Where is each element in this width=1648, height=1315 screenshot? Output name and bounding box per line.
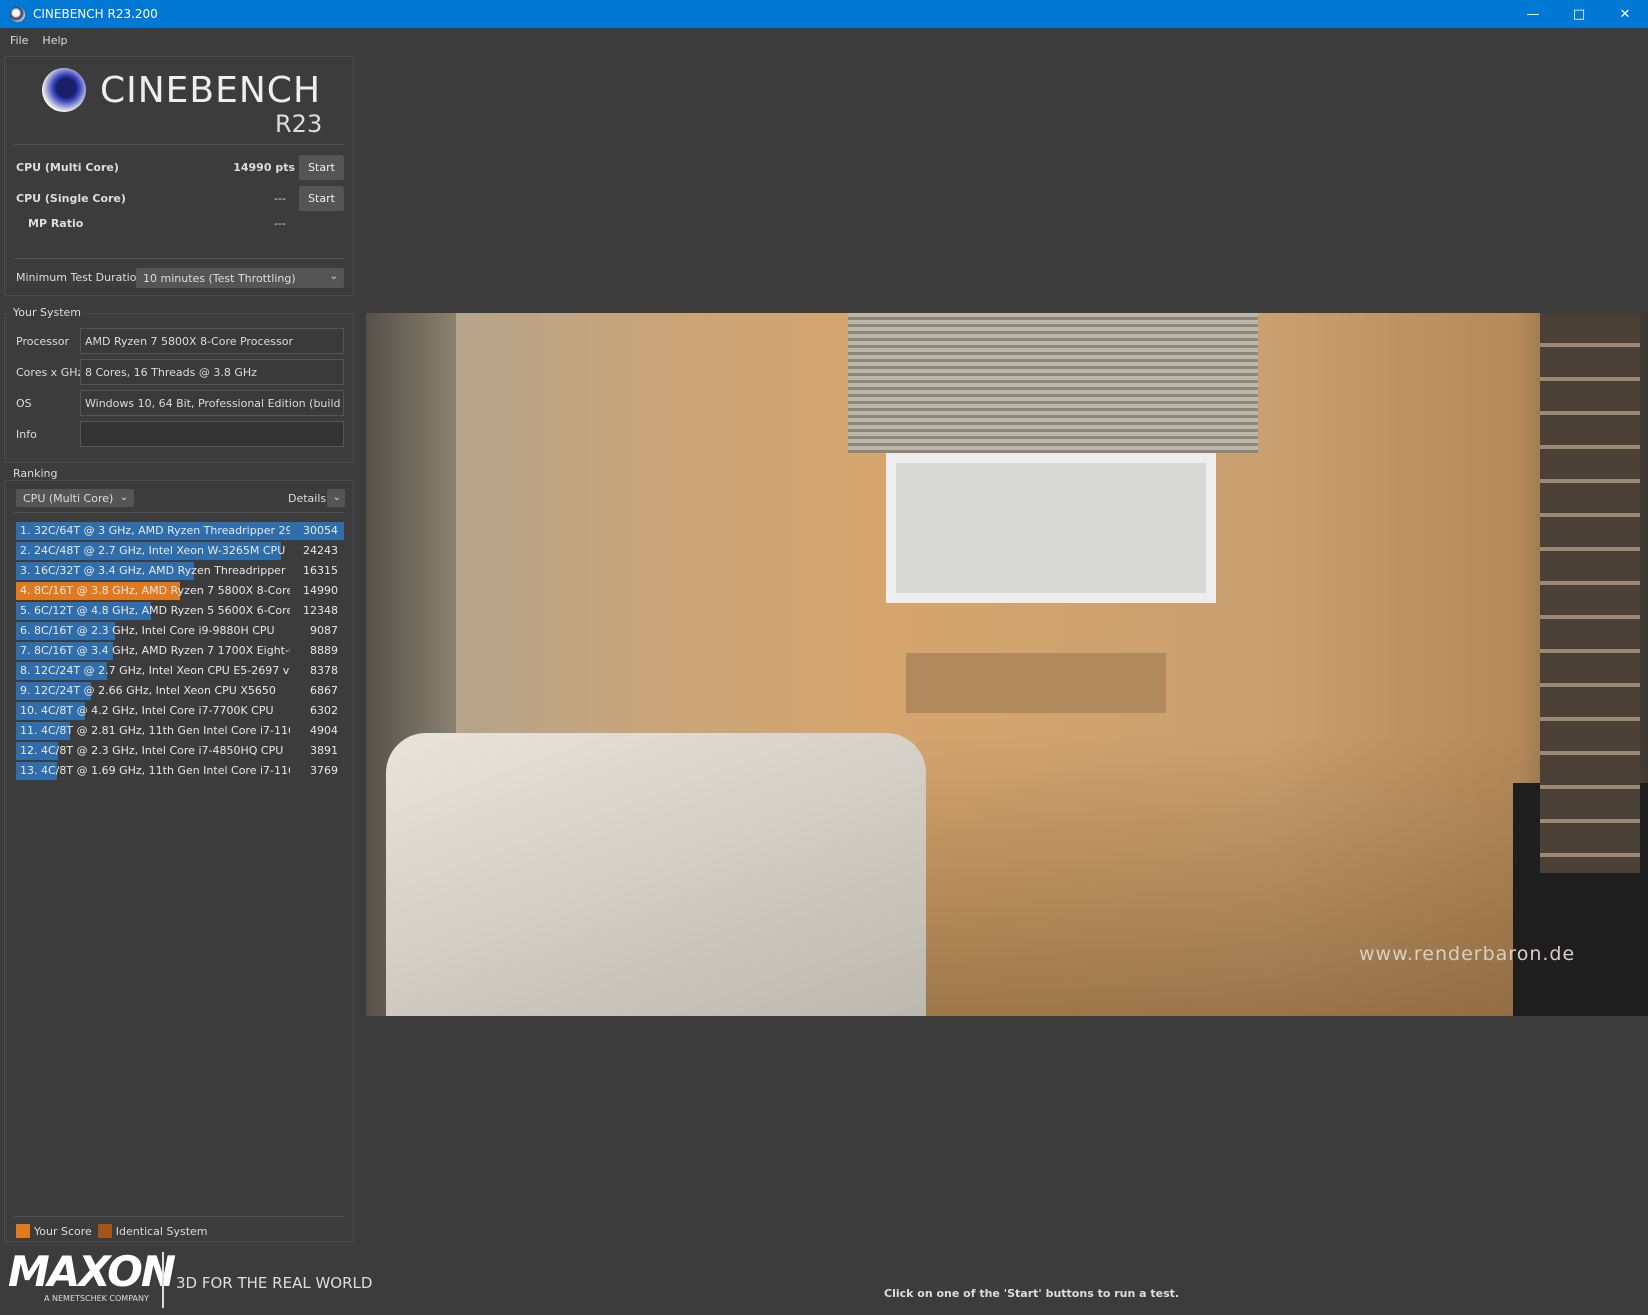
duration-label: Minimum Test Duration — [16, 271, 144, 284]
cpu-single-score: --- — [274, 192, 286, 205]
maximize-button[interactable]: □ — [1556, 0, 1602, 28]
ranking-cpu-label: 5. 6C/12T @ 4.8 GHz, AMD Ryzen 5 5600X 6… — [20, 604, 290, 617]
chevron-down-icon: ⌄ — [119, 492, 128, 503]
chevron-down-icon: ⌄ — [329, 271, 338, 282]
ranking-score: 3891 — [310, 744, 338, 757]
legend: Your Score Identical System — [16, 1224, 208, 1238]
ranking-mode-select[interactable]: CPU (Multi Core) ⌄ — [16, 489, 134, 507]
your-score-label: Your Score — [34, 1224, 92, 1238]
cinebench-app-icon — [10, 6, 25, 22]
processor-field[interactable]: AMD Ryzen 7 5800X 8-Core Processor — [80, 328, 344, 354]
info-label: Info — [16, 428, 37, 441]
ranking-row[interactable]: 7. 8C/16T @ 3.4 GHz, AMD Ryzen 7 1700X E… — [16, 642, 344, 660]
ranking-score: 6302 — [310, 704, 338, 717]
ranking-cpu-label: 10. 4C/8T @ 4.2 GHz, Intel Core i7-7700K… — [20, 704, 274, 717]
watermark: www.renderbaron.de — [1359, 943, 1576, 965]
ranking-cpu-label: 7. 8C/16T @ 3.4 GHz, AMD Ryzen 7 1700X E… — [20, 644, 290, 657]
ranking-cpu-label: 9. 12C/24T @ 2.66 GHz, Intel Xeon CPU X5… — [20, 684, 276, 697]
cpu-multi-start-button[interactable]: Start — [299, 155, 344, 180]
ranking-cpu-label: 6. 8C/16T @ 2.3 GHz, Intel Core i9-9880H… — [20, 624, 275, 637]
details-toggle[interactable]: ⌄ — [327, 489, 345, 507]
mp-ratio-label: MP Ratio — [28, 217, 84, 230]
ranking-row[interactable]: 1. 32C/64T @ 3 GHz, AMD Ryzen Threadripp… — [16, 522, 344, 540]
window-title: CINEBENCH R23.200 — [33, 7, 158, 21]
menu-help[interactable]: Help — [42, 34, 67, 47]
ranking-cpu-label: 2. 24C/48T @ 2.7 GHz, Intel Xeon W-3265M… — [20, 544, 286, 557]
cpu-multi-score: 14990 pts — [233, 161, 295, 174]
cpu-single-label: CPU (Single Core) — [16, 192, 126, 205]
table — [906, 653, 1166, 713]
duration-value: 10 minutes (Test Throttling) — [143, 271, 296, 285]
identical-system-label: Identical System — [115, 1224, 208, 1238]
ranking-cpu-label: 12. 4C/8T @ 2.3 GHz, Intel Core i7-4850H… — [20, 744, 284, 757]
ranking-row[interactable]: 9. 12C/24T @ 2.66 GHz, Intel Xeon CPU X5… — [16, 682, 344, 700]
ranking-cpu-label: 11. 4C/8T @ 2.81 GHz, 11th Gen Intel Cor… — [20, 724, 290, 737]
ranking-score: 14990 — [303, 584, 338, 597]
mp-ratio-value: --- — [274, 217, 286, 230]
ranking-row[interactable]: 13. 4C/8T @ 1.69 GHz, 11th Gen Intel Cor… — [16, 762, 344, 780]
brand-divider — [162, 1252, 164, 1308]
ranking-row[interactable]: 10. 4C/8T @ 4.2 GHz, Intel Core i7-7700K… — [16, 702, 344, 720]
window-blinds — [848, 313, 1258, 453]
cores-field[interactable]: 8 Cores, 16 Threads @ 3.8 GHz — [80, 359, 344, 385]
ranking-cpu-label: 4. 8C/16T @ 3.8 GHz, AMD Ryzen 7 5800X 8… — [20, 584, 290, 597]
cores-label: Cores x GHz — [16, 366, 84, 379]
ranking-score: 12348 — [303, 604, 338, 617]
logo-version: R23 — [275, 110, 323, 138]
cpu-single-start-button[interactable]: Start — [299, 186, 344, 211]
ranking-title: Ranking — [9, 467, 62, 480]
details-label: Details — [288, 492, 327, 505]
ranking-cpu-label: 3. 16C/32T @ 3.4 GHz, AMD Ryzen Threadri… — [20, 564, 290, 577]
ranking-score: 6867 — [310, 684, 338, 697]
maxon-logo: MAXON A NEMETSCHEK COMPANY — [8, 1247, 176, 1304]
ranking-score: 9087 — [310, 624, 338, 637]
menu-file[interactable]: File — [10, 34, 28, 47]
bookshelf — [1540, 313, 1640, 873]
cinebench-logo: CINEBENCH — [42, 68, 321, 112]
brand-tagline: 3D FOR THE REAL WORLD — [176, 1274, 373, 1292]
render-preview: www.renderbaron.de — [366, 313, 1648, 1016]
logo-word: CINEBENCH — [100, 69, 322, 111]
ranking-row[interactable]: 11. 4C/8T @ 2.81 GHz, 11th Gen Intel Cor… — [16, 722, 344, 740]
ranking-row[interactable]: 3. 16C/32T @ 3.4 GHz, AMD Ryzen Threadri… — [16, 562, 344, 580]
ranking-row[interactable]: 5. 6C/12T @ 4.8 GHz, AMD Ryzen 5 5600X 6… — [16, 602, 344, 620]
status-text: Click on one of the 'Start' buttons to r… — [884, 1287, 1180, 1300]
window — [886, 453, 1216, 603]
ranking-row[interactable]: 4. 8C/16T @ 3.8 GHz, AMD Ryzen 7 5800X 8… — [16, 582, 344, 600]
processor-label: Processor — [16, 335, 69, 348]
duration-select[interactable]: 10 minutes (Test Throttling) ⌄ — [136, 268, 344, 288]
maxon-wordmark: MAXON — [8, 1247, 176, 1296]
title-bar: CINEBENCH R23.200 — □ ✕ — [0, 0, 1648, 28]
ranking-row[interactable]: 12. 4C/8T @ 2.3 GHz, Intel Core i7-4850H… — [16, 742, 344, 760]
your-score-swatch — [16, 1224, 30, 1238]
os-field[interactable]: Windows 10, 64 Bit, Professional Edition… — [80, 390, 344, 416]
ranking-row[interactable]: 8. 12C/24T @ 2.7 GHz, Intel Xeon CPU E5-… — [16, 662, 344, 680]
system-title: Your System — [9, 306, 85, 319]
identical-system-swatch — [97, 1224, 112, 1238]
cinebench-logo-icon — [42, 68, 86, 112]
chevron-down-icon: ⌄ — [332, 492, 341, 503]
os-label: OS — [16, 397, 32, 410]
minimize-button[interactable]: — — [1510, 0, 1556, 28]
ranking-cpu-label: 13. 4C/8T @ 1.69 GHz, 11th Gen Intel Cor… — [20, 764, 290, 777]
sofa — [386, 733, 926, 1016]
info-field[interactable] — [80, 421, 344, 447]
cpu-multi-label: CPU (Multi Core) — [16, 161, 119, 174]
ranking-cpu-label: 1. 32C/64T @ 3 GHz, AMD Ryzen Threadripp… — [20, 524, 290, 537]
menu-bar: File Help — [0, 28, 82, 52]
ranking-score: 4904 — [310, 724, 338, 737]
ranking-cpu-label: 8. 12C/24T @ 2.7 GHz, Intel Xeon CPU E5-… — [20, 664, 290, 677]
ranking-score: 16315 — [303, 564, 338, 577]
ranking-score: 8378 — [310, 664, 338, 677]
ranking-score: 8889 — [310, 644, 338, 657]
ranking-score: 3769 — [310, 764, 338, 777]
close-button[interactable]: ✕ — [1602, 0, 1648, 28]
ranking-mode-value: CPU (Multi Core) — [23, 491, 114, 505]
ranking-row[interactable]: 2. 24C/48T @ 2.7 GHz, Intel Xeon W-3265M… — [16, 542, 344, 560]
ranking-score: 24243 — [303, 544, 338, 557]
ranking-score: 30054 — [303, 524, 338, 537]
ranking-row[interactable]: 6. 8C/16T @ 2.3 GHz, Intel Core i9-9880H… — [16, 622, 344, 640]
